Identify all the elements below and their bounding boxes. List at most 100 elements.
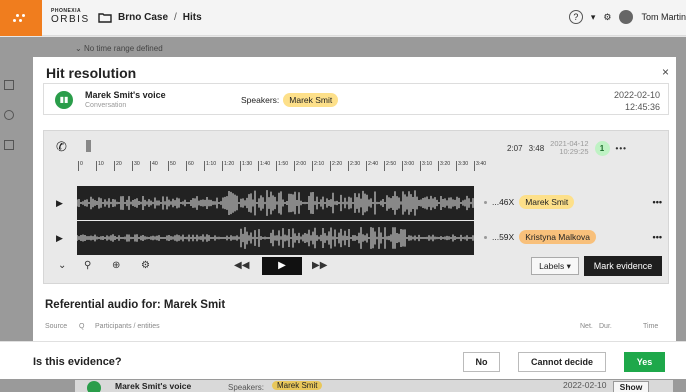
conversation-date: 2022-02-10 (613, 90, 660, 100)
folder-icon (98, 13, 112, 23)
status-dot (484, 200, 487, 204)
time-a: 2:07 (507, 143, 523, 153)
mark-evidence-button[interactable]: Mark evidence (584, 256, 662, 276)
waveform[interactable] (77, 186, 474, 220)
ruler-tick: 1:10 (204, 161, 216, 171)
sidebar-icon (4, 110, 14, 120)
phone-icon: ✆ (56, 139, 67, 154)
ruler-tick: 2:40 (366, 161, 378, 171)
track-speaker-chip[interactable]: Kristyna Malkova (519, 230, 596, 244)
player-datetime: 2021-04-12 10:29:25 (550, 140, 588, 156)
sidebar-icon (4, 80, 14, 90)
track-speaker-chip[interactable]: Marek Smit (519, 195, 575, 209)
column-header[interactable]: Q (79, 323, 84, 330)
ruler-tick: 2:00 (294, 161, 306, 171)
play-icon[interactable]: ▶ (56, 198, 63, 209)
segment-marker (86, 140, 91, 152)
fast-forward-icon[interactable]: ▶▶ (312, 260, 327, 271)
player-times: 2:07 3:48 2021-04-12 10:29:25 1 ••• (507, 140, 627, 156)
audio-track: ▶ ...59X Kristyna Malkova ••• (44, 221, 670, 255)
column-header[interactable]: Source (45, 323, 67, 330)
ruler-tick: 2:20 (330, 161, 342, 171)
ruler-tick: 30 (132, 161, 140, 171)
ruler-tick: 0 (78, 161, 83, 171)
ruler-tick: 2:30 (348, 161, 360, 171)
column-header[interactable]: Time (643, 323, 658, 330)
more-options-icon[interactable]: ••• (616, 144, 627, 153)
ruler-tick: 1:20 (222, 161, 234, 171)
more-options-icon[interactable]: ••• (653, 197, 662, 207)
hit-count-badge: 1 (594, 140, 610, 156)
zoom-in-icon[interactable]: ⊕ (112, 260, 120, 271)
close-icon[interactable]: × (662, 65, 669, 79)
time-ruler[interactable]: 0 10 20 30 40 50 60 1:10 1:20 1:30 1:40 1:50 2:00 2:1… (78, 161, 486, 173)
modal-title: Hit resolution (46, 65, 137, 81)
cannot-decide-button[interactable]: Cannot decide (518, 352, 606, 372)
chevron-down-icon[interactable]: ▾ (591, 12, 596, 23)
chevron-down-icon[interactable]: ⌄ (58, 260, 66, 271)
app-menu-icon[interactable] (0, 0, 42, 36)
conversation-datetime: 2022-02-10 12:45:36 (614, 89, 660, 113)
column-header[interactable]: Participants / entities (95, 323, 160, 330)
breadcrumb-section[interactable]: Hits (183, 12, 202, 23)
play-icon[interactable]: ▶ (56, 233, 63, 244)
yes-button[interactable]: Yes (624, 352, 665, 372)
conversation-time: 12:45:36 (624, 102, 660, 112)
column-header[interactable]: Dur. (599, 323, 612, 330)
ruler-tick: 60 (186, 161, 194, 171)
zoom-out-icon[interactable]: ⚲ (84, 260, 91, 271)
settings-icon[interactable]: ⚙ (603, 12, 611, 23)
track-value: ...59X (492, 232, 515, 242)
brand-logo: PHONEXIA ORBIS (51, 9, 90, 25)
ruler-tick: 1:40 (258, 161, 270, 171)
speakers-label: Speakers: (241, 95, 280, 105)
conversation-row[interactable]: ▮▮ Marek Smit's voice Conversation Speak… (43, 83, 669, 115)
play-button[interactable]: ▶ (262, 257, 302, 275)
ruler-tick: 50 (168, 161, 176, 171)
breadcrumb-case[interactable]: Brno Case (118, 12, 168, 23)
more-options-icon[interactable]: ••• (653, 232, 662, 242)
track-info: ...59X Kristyna Malkova (484, 230, 596, 244)
ruler-tick: 10 (96, 161, 104, 171)
user-area: ? ▾ ⚙ Tom Martin (568, 10, 686, 24)
evidence-bar: Is this evidence? No Cannot decide Yes (0, 341, 686, 379)
column-header[interactable]: Net. (580, 323, 593, 330)
ruler-tick: 3:10 (420, 161, 432, 171)
waveform[interactable] (77, 221, 474, 255)
ruler-tick: 3:00 (402, 161, 414, 171)
ruler-tick: 1:50 (276, 161, 288, 171)
filter-text: No time range defined (83, 44, 163, 53)
ruler-tick: 3:30 (456, 161, 468, 171)
breadcrumb-separator: / (174, 12, 177, 23)
rewind-icon[interactable]: ◀◀ (234, 260, 249, 271)
ruler-tick: 3:20 (438, 161, 450, 171)
status-dot (484, 235, 487, 239)
referential-title: Referential audio for: Marek Smit (45, 299, 226, 311)
brand-bottom: ORBIS (51, 14, 90, 25)
time-b: 3:48 (528, 143, 545, 153)
voice-icon: ▮▮ (55, 91, 73, 109)
track-value: ...46X (492, 197, 515, 207)
labels-dropdown[interactable]: Labels ▾ (531, 257, 579, 275)
player-time: 10:29:25 (559, 147, 589, 156)
top-bar: PHONEXIA ORBIS Brno Case / Hits ? ▾ ⚙ To… (0, 0, 686, 36)
voice-icon (87, 381, 101, 392)
audio-player: ✆ 2:07 3:48 2021-04-12 10:29:25 1 ••• 0 1… (43, 130, 669, 284)
conversation-name: Marek Smit's voice (85, 90, 166, 100)
audio-track: ▶ ...46X Marek Smit ••• (44, 186, 670, 220)
speaker-chip: Marek Smit (283, 93, 339, 107)
settings-icon[interactable]: ⚙ (141, 260, 150, 271)
user-name[interactable]: Tom Martin (641, 12, 686, 22)
help-icon[interactable]: ? (568, 10, 583, 24)
hit-resolution-modal: Hit resolution × ▮▮ Marek Smit's voice C… (33, 57, 676, 378)
row-date: 2022-02-10 (563, 380, 607, 390)
ruler-tick: 20 (114, 161, 122, 171)
avatar[interactable] (619, 10, 634, 24)
breadcrumb: Brno Case / Hits (98, 12, 202, 23)
no-button[interactable]: No (463, 352, 500, 372)
show-button[interactable]: Show (613, 381, 649, 392)
ruler-tick: 2:10 (312, 161, 324, 171)
player-controls: ⌄ ⚲ ⊕ ⚙ ◀◀ ▶ ▶▶ Labels ▾ Mark evidence (44, 255, 670, 279)
ruler-tick: 40 (150, 161, 158, 171)
speaker-chip: Marek Smit (272, 381, 323, 390)
